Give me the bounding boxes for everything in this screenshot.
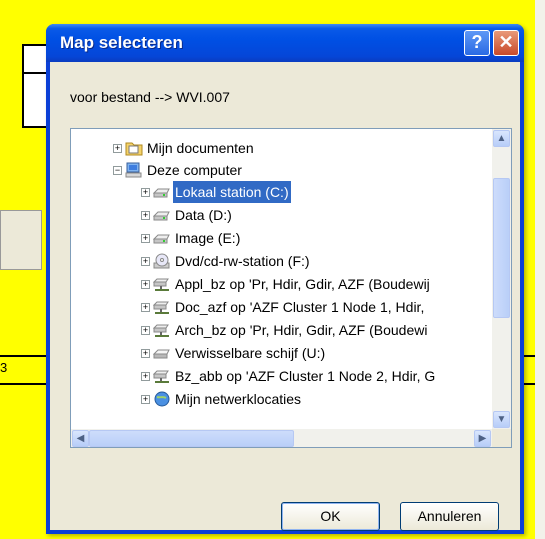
tree-item[interactable]: − Deze computer: [71, 159, 491, 181]
background-strip: [535, 0, 545, 539]
drive-icon: [152, 184, 171, 200]
network-places-icon: [153, 391, 171, 407]
tree-item-label: Deze computer: [147, 162, 242, 178]
network-drive-icon: [152, 276, 171, 292]
help-button[interactable]: ?: [464, 30, 490, 56]
background-line: [524, 383, 535, 385]
tree-item-label: Image (E:): [175, 230, 241, 246]
tree-item[interactable]: + Dvd/cd-rw-station (F:): [71, 250, 491, 272]
computer-icon: [125, 162, 143, 178]
tree-item[interactable]: + Image (E:): [71, 227, 491, 249]
background-line: [0, 383, 46, 385]
title-bar[interactable]: Map selecteren ? ✕: [46, 24, 524, 62]
dialog-title: Map selecteren: [60, 33, 183, 52]
tree-item-label: Mijn netwerklocaties: [175, 391, 302, 407]
tree-item-label: Verwisselbare schijf (U:): [175, 345, 326, 361]
expand-icon[interactable]: +: [141, 395, 150, 404]
expand-icon[interactable]: +: [141, 303, 150, 312]
tree-item-label: Bz_abb op 'AZF Cluster 1 Node 2, Hdir, G: [175, 368, 436, 384]
tree-item-label: Arch_bz op 'Pr, Hdir, Gdir, AZF (Boudewi: [175, 322, 428, 338]
background-line: [0, 355, 46, 357]
cancel-button[interactable]: Annuleren: [400, 502, 499, 531]
cd-drive-icon: [153, 253, 171, 269]
expand-icon[interactable]: +: [141, 372, 150, 381]
removable-drive-icon: [152, 345, 171, 361]
collapse-icon[interactable]: −: [113, 166, 122, 175]
file-caption: voor bestand --> WVI.007: [70, 89, 230, 105]
scroll-right-button[interactable]: ▶: [474, 430, 491, 447]
drive-icon: [152, 207, 171, 223]
expand-icon[interactable]: +: [141, 280, 150, 289]
tree-item[interactable]: + Doc_azf op 'AZF Cluster 1 Node 1, Hdir,: [71, 296, 491, 318]
expand-icon[interactable]: +: [141, 211, 150, 220]
scroll-up-button[interactable]: ▲: [493, 130, 510, 147]
expand-icon[interactable]: +: [141, 257, 150, 266]
background-digit: 3: [0, 360, 8, 375]
tree-item-label: Mijn documenten: [147, 140, 254, 156]
network-drive-icon: [152, 322, 171, 338]
tree-item[interactable]: + Data (D:): [71, 204, 491, 226]
horizontal-scroll-thumb[interactable]: [89, 430, 294, 447]
tree-item[interactable]: + Appl_bz op 'Pr, Hdir, Gdir, AZF (Boudew…: [71, 273, 491, 295]
background-button: [0, 210, 42, 270]
vertical-scrollbar[interactable]: ▲ ▼: [492, 129, 511, 429]
folder-tree[interactable]: + Mijn documenten − Deze computer + Lokaal st…: [70, 128, 512, 448]
drive-icon: [152, 230, 171, 246]
tree-item-label: Appl_bz op 'Pr, Hdir, Gdir, AZF (Boudewi…: [175, 276, 430, 292]
network-drive-icon: [152, 299, 171, 315]
tree-item[interactable]: + Lokaal station (C:): [71, 181, 491, 203]
tree-item[interactable]: + Arch_bz op 'Pr, Hdir, Gdir, AZF (Boudew…: [71, 319, 491, 341]
network-drive-icon: [152, 368, 171, 384]
tree-item-label: Doc_azf op 'AZF Cluster 1 Node 1, Hdir,: [175, 299, 425, 315]
background-line: [524, 355, 535, 357]
map-selecteren-dialog: Map selecteren ? ✕ voor bestand --> WVI.…: [46, 24, 524, 534]
expand-icon[interactable]: +: [141, 188, 150, 197]
horizontal-scrollbar[interactable]: ◀ ▶: [71, 429, 492, 447]
close-button[interactable]: ✕: [493, 30, 519, 56]
tree-item[interactable]: + Verwisselbare schijf (U:): [71, 342, 491, 364]
scrollbar-corner: [492, 429, 511, 447]
expand-icon[interactable]: +: [113, 144, 122, 153]
tree-item[interactable]: + Bz_abb op 'AZF Cluster 1 Node 2, Hdir, …: [71, 365, 491, 387]
expand-icon[interactable]: +: [141, 349, 150, 358]
ok-button[interactable]: OK: [281, 502, 380, 531]
expand-icon[interactable]: +: [141, 326, 150, 335]
folder-documents-icon: [125, 140, 143, 156]
scroll-down-button[interactable]: ▼: [493, 411, 510, 428]
dialog-client-area: voor bestand --> WVI.007 + Mijn documente…: [50, 62, 520, 531]
tree-item[interactable]: + Mijn netwerklocaties: [71, 388, 491, 410]
tree-item-label: Data (D:): [175, 207, 232, 223]
expand-icon[interactable]: +: [141, 234, 150, 243]
tree-item[interactable]: + Mijn documenten: [71, 137, 491, 159]
scroll-left-button[interactable]: ◀: [72, 430, 89, 447]
tree-item-label: Lokaal station (C:): [173, 181, 291, 203]
tree-item-label: Dvd/cd-rw-station (F:): [175, 253, 310, 269]
vertical-scroll-thumb[interactable]: [493, 178, 510, 318]
